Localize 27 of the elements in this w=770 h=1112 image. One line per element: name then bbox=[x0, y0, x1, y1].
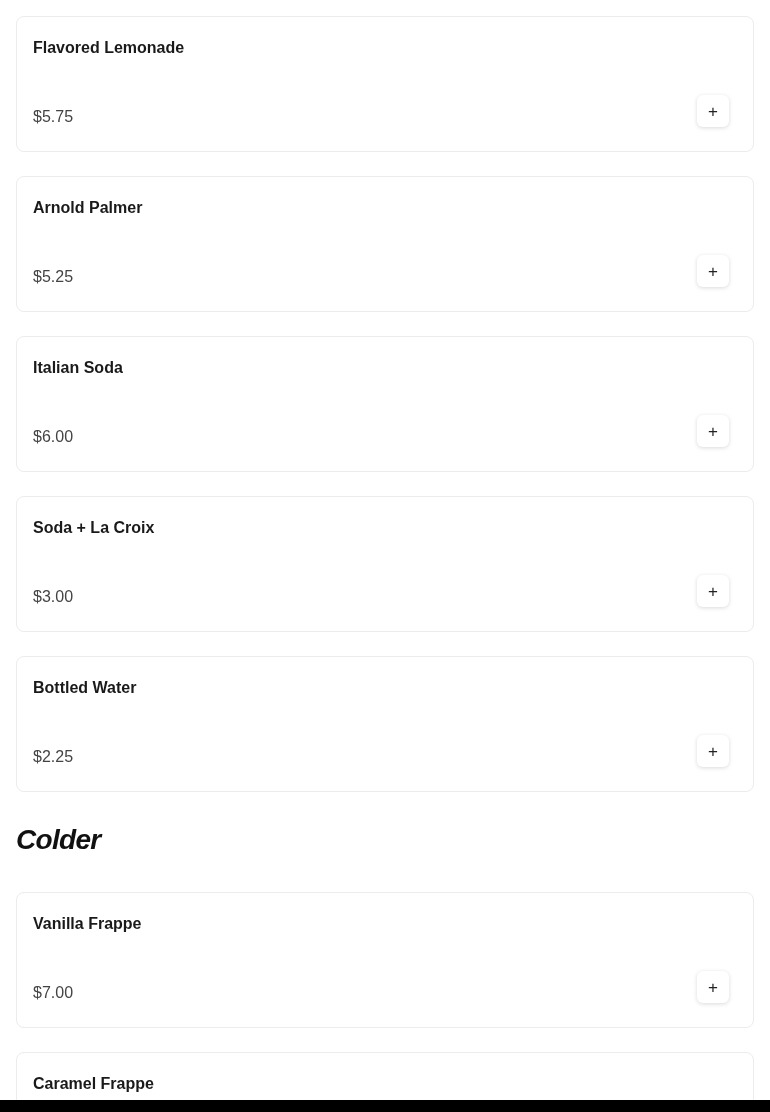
item-price: $3.00 bbox=[33, 587, 74, 607]
add-button[interactable]: + bbox=[697, 575, 729, 607]
menu-item-card[interactable]: Bottled Water $2.25 + bbox=[16, 656, 754, 792]
item-name: Bottled Water bbox=[33, 678, 137, 698]
item-price: $5.25 bbox=[33, 267, 74, 287]
menu-item-card[interactable]: Caramel Frappe bbox=[16, 1052, 754, 1100]
item-name: Caramel Frappe bbox=[33, 1074, 154, 1094]
section-heading: Colder bbox=[16, 823, 101, 857]
add-button[interactable]: + bbox=[697, 255, 729, 287]
item-price: $7.00 bbox=[33, 983, 74, 1003]
menu-item-card[interactable]: Flavored Lemonade $5.75 + bbox=[16, 16, 754, 152]
menu-item-card[interactable]: Vanilla Frappe $7.00 + bbox=[16, 892, 754, 1028]
item-price: $6.00 bbox=[33, 427, 74, 447]
add-button[interactable]: + bbox=[697, 95, 729, 127]
item-price: $5.75 bbox=[33, 107, 74, 127]
item-price: $2.25 bbox=[33, 747, 74, 767]
menu-item-card[interactable]: Soda + La Croix $3.00 + bbox=[16, 496, 754, 632]
menu-item-card[interactable]: Arnold Palmer $5.25 + bbox=[16, 176, 754, 312]
item-name: Arnold Palmer bbox=[33, 198, 143, 218]
item-name: Flavored Lemonade bbox=[33, 38, 185, 58]
add-button[interactable]: + bbox=[697, 971, 729, 1003]
item-name: Italian Soda bbox=[33, 358, 123, 378]
menu-item-card[interactable]: Italian Soda $6.00 + bbox=[16, 336, 754, 472]
item-name: Vanilla Frappe bbox=[33, 914, 142, 934]
add-button[interactable]: + bbox=[697, 415, 729, 447]
add-button[interactable]: + bbox=[697, 735, 729, 767]
item-name: Soda + La Croix bbox=[33, 518, 155, 538]
